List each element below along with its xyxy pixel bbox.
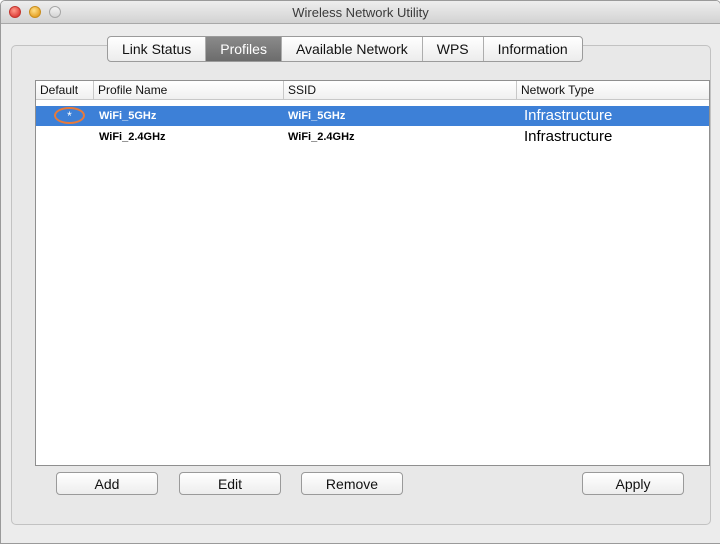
- title-bar[interactable]: Wireless Network Utility: [1, 1, 720, 24]
- tab-link-status[interactable]: Link Status: [108, 37, 207, 61]
- remove-button[interactable]: Remove: [301, 472, 403, 495]
- table-row[interactable]: WiFi_2.4GHz WiFi_2.4GHz Infrastructure: [36, 127, 709, 147]
- network-type-cell: Infrastructure: [524, 107, 613, 124]
- network-type-cell: Infrastructure: [524, 128, 613, 145]
- column-header-network-type[interactable]: Network Type: [517, 81, 709, 99]
- profile-name-cell: WiFi_2.4GHz: [99, 131, 166, 143]
- tab-information[interactable]: Information: [484, 37, 582, 61]
- default-profile-marker: *: [54, 107, 85, 124]
- window-title: Wireless Network Utility: [292, 5, 429, 20]
- profile-name-cell: WiFi_5GHz: [99, 110, 157, 122]
- table-row[interactable]: * WiFi_5GHz WiFi_5GHz Infrastructure: [36, 106, 709, 126]
- ssid-cell: WiFi_5GHz: [288, 110, 346, 122]
- tab-wps[interactable]: WPS: [423, 37, 484, 61]
- default-cell: [36, 127, 94, 147]
- tab-bar: Link Status Profiles Available Network W…: [107, 36, 583, 62]
- table-header: Default Profile Name SSID Network Type: [36, 81, 709, 100]
- ssid-cell: WiFi_2.4GHz: [288, 131, 355, 143]
- tab-available-network[interactable]: Available Network: [282, 37, 423, 61]
- edit-button[interactable]: Edit: [179, 472, 281, 495]
- app-window: Wireless Network Utility Link Status Pro…: [0, 0, 720, 544]
- column-header-default[interactable]: Default: [36, 81, 94, 99]
- profiles-table[interactable]: Default Profile Name SSID Network Type *…: [35, 80, 710, 466]
- column-header-ssid[interactable]: SSID: [284, 81, 517, 99]
- apply-button[interactable]: Apply: [582, 472, 684, 495]
- tab-profiles[interactable]: Profiles: [206, 37, 282, 61]
- column-header-profile-name[interactable]: Profile Name: [94, 81, 284, 99]
- add-button[interactable]: Add: [56, 472, 158, 495]
